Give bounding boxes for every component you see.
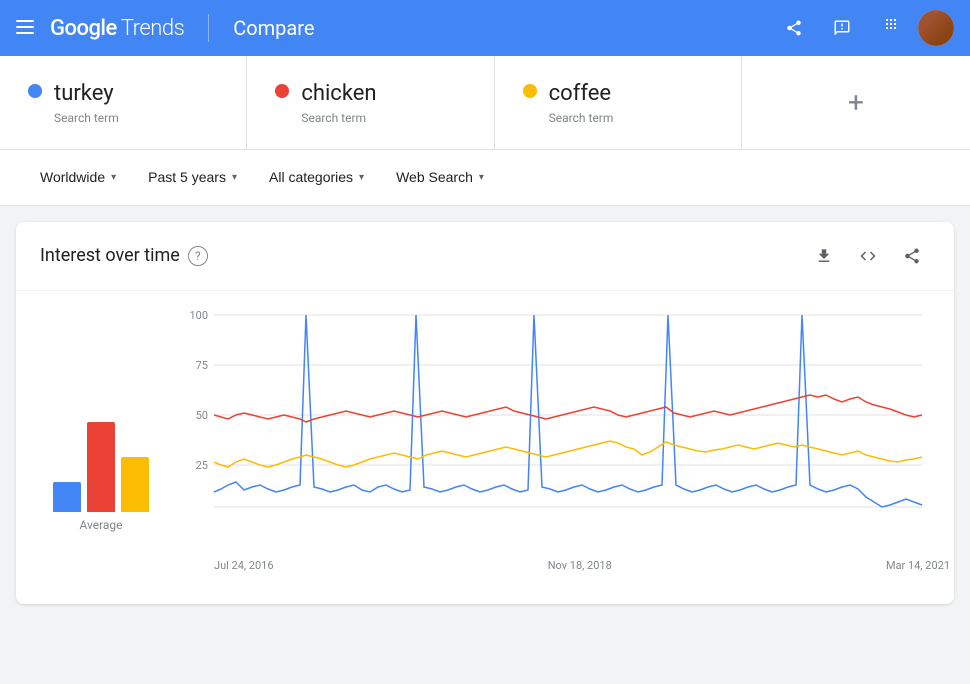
help-icon-text: ? (195, 249, 201, 263)
type-filter-label: Web Search (396, 169, 473, 185)
card-header: Interest over time ? (16, 222, 954, 291)
x-axis-labels: Jul 24, 2016 Nov 18, 2018 Mar 14, 2021 (186, 551, 954, 572)
term-name-turkey: turkey (54, 80, 119, 109)
category-filter-label: All categories (269, 169, 353, 185)
x-label-2: Mar 14, 2021 (886, 559, 950, 572)
term-dot-coffee (523, 84, 537, 98)
chart-sidebar: Average (16, 307, 186, 572)
search-term-chicken[interactable]: chicken Search term (247, 56, 494, 149)
term-name-coffee: coffee (549, 80, 614, 109)
add-term-button[interactable]: + (742, 56, 970, 149)
svg-text:50: 50 (196, 409, 208, 422)
avatar-image (918, 10, 954, 46)
search-terms-bar: turkey Search term chicken Search term c… (0, 56, 970, 150)
card-actions (806, 238, 930, 274)
type-filter-button[interactable]: Web Search ▾ (380, 161, 500, 193)
svg-text:75: 75 (196, 359, 208, 372)
search-term-turkey[interactable]: turkey Search term (0, 56, 247, 149)
chart-main: .grid-line { stroke: #e0e0e0; stroke-wid… (186, 307, 954, 572)
region-filter-arrow: ▾ (111, 172, 116, 183)
chart-area: Average .grid-line { stroke: #e0e0e0; st… (16, 291, 954, 604)
search-term-coffee[interactable]: coffee Search term (495, 56, 742, 149)
header-compare-label: Compare (233, 16, 314, 40)
category-filter-arrow: ▾ (359, 172, 364, 183)
feedback-button[interactable] (822, 8, 862, 48)
card-title: Interest over time (40, 245, 180, 266)
embed-button[interactable] (850, 238, 886, 274)
period-filter-arrow: ▾ (232, 172, 237, 183)
period-filter-button[interactable]: Past 5 years ▾ (132, 161, 253, 193)
term-label-coffee: Search term (549, 111, 614, 125)
term-dot-chicken (275, 84, 289, 98)
type-filter-arrow: ▾ (479, 172, 484, 183)
average-label: Average (79, 518, 122, 532)
bar-chicken (87, 422, 115, 512)
apps-button[interactable] (870, 8, 910, 48)
term-name-chicken: chicken (301, 80, 376, 109)
bar-turkey (53, 482, 81, 512)
filters-bar: Worldwide ▾ Past 5 years ▾ All categorie… (0, 150, 970, 206)
add-term-plus-icon: + (848, 86, 864, 119)
period-filter-label: Past 5 years (148, 169, 226, 185)
interest-over-time-card: Interest over time ? (16, 222, 954, 604)
term-content-chicken: chicken Search term (301, 80, 376, 125)
share-card-button[interactable] (894, 238, 930, 274)
download-button[interactable] (806, 238, 842, 274)
main-content: Interest over time ? (0, 206, 970, 620)
region-filter-button[interactable]: Worldwide ▾ (24, 161, 132, 193)
term-content-turkey: turkey Search term (54, 80, 119, 125)
logo-trends-text: Trends (121, 16, 184, 41)
card-title-area: Interest over time ? (40, 245, 208, 266)
average-bar-chart (33, 412, 169, 512)
menu-icon[interactable] (16, 18, 34, 39)
term-dot-turkey (28, 84, 42, 98)
category-filter-button[interactable]: All categories ▾ (253, 161, 380, 193)
region-filter-label: Worldwide (40, 169, 105, 185)
term-label-turkey: Search term (54, 111, 119, 125)
line-chart-svg: .grid-line { stroke: #e0e0e0; stroke-wid… (186, 307, 926, 547)
term-content-coffee: coffee Search term (549, 80, 614, 125)
header-divider (208, 14, 209, 42)
help-icon[interactable]: ? (188, 246, 208, 266)
logo-google-text: Google (50, 16, 117, 41)
svg-text:25: 25 (196, 459, 208, 472)
user-avatar[interactable] (918, 10, 954, 46)
app-header: Google Trends Compare (0, 0, 970, 56)
header-actions (774, 8, 954, 48)
x-label-1: Nov 18, 2018 (548, 559, 612, 572)
bar-coffee (121, 457, 149, 512)
share-header-button[interactable] (774, 8, 814, 48)
x-label-0: Jul 24, 2016 (214, 559, 274, 572)
svg-text:100: 100 (189, 309, 208, 322)
term-label-chicken: Search term (301, 111, 376, 125)
app-logo: Google Trends (50, 16, 184, 41)
